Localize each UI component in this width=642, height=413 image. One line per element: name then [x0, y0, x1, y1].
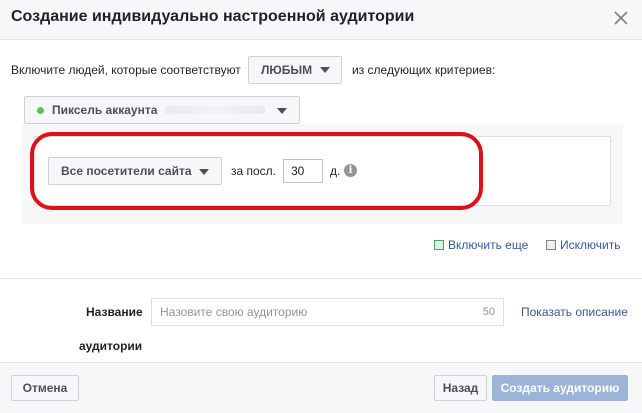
redacted-pixel-name [165, 106, 266, 114]
name-label: Название [86, 305, 143, 319]
cancel-button[interactable]: Отмена [11, 375, 79, 401]
match-dropdown-value: ЛЮБЫМ [261, 63, 313, 77]
criteria-suffix: из следующих критериев: [352, 63, 496, 77]
create-audience-label: Создать аудиторию [500, 381, 620, 395]
dialog-footer: Отмена Назад Создать аудиторию [0, 362, 642, 413]
section-divider [0, 278, 642, 279]
exclude-icon [546, 240, 556, 250]
chevron-down-icon [320, 67, 331, 73]
create-audience-button[interactable]: Создать аудиторию [492, 375, 628, 401]
show-description-link[interactable]: Показать описание [521, 305, 628, 319]
criteria-prefix: Включите людей, которые соответствуют [11, 63, 241, 77]
include-more-link[interactable]: Включить еще [434, 238, 528, 252]
char-counter: 50 [482, 306, 495, 318]
criteria-row: Включите людей, которые соответствуют ЛЮ… [11, 56, 611, 84]
close-button[interactable] [610, 7, 632, 29]
highlight-annotation [30, 132, 483, 210]
include-more-label: Включить еще [448, 238, 529, 252]
back-label: Назад [442, 381, 479, 395]
dialog-title: Создание индивидуально настроенной аудит… [11, 8, 415, 25]
pixel-source-label: Пиксель аккаунта [52, 103, 158, 117]
pixel-source-dropdown[interactable]: Пиксель аккаунта [24, 96, 300, 124]
exclude-link[interactable]: Исключить [546, 238, 620, 252]
close-icon[interactable] [610, 7, 632, 29]
chevron-down-icon [277, 108, 287, 114]
status-dot-icon [37, 106, 44, 114]
name-label-line2: аудитории [79, 339, 143, 353]
back-button[interactable]: Назад [434, 375, 487, 401]
audience-name-input[interactable] [152, 299, 452, 325]
audience-name-field[interactable]: 50 [151, 298, 504, 326]
include-icon [434, 240, 444, 250]
exclude-label: Исключить [560, 238, 621, 252]
dialog-header: Создание индивидуально настроенной аудит… [0, 0, 642, 40]
match-dropdown[interactable]: ЛЮБЫМ [248, 56, 342, 84]
cancel-label: Отмена [22, 381, 68, 395]
